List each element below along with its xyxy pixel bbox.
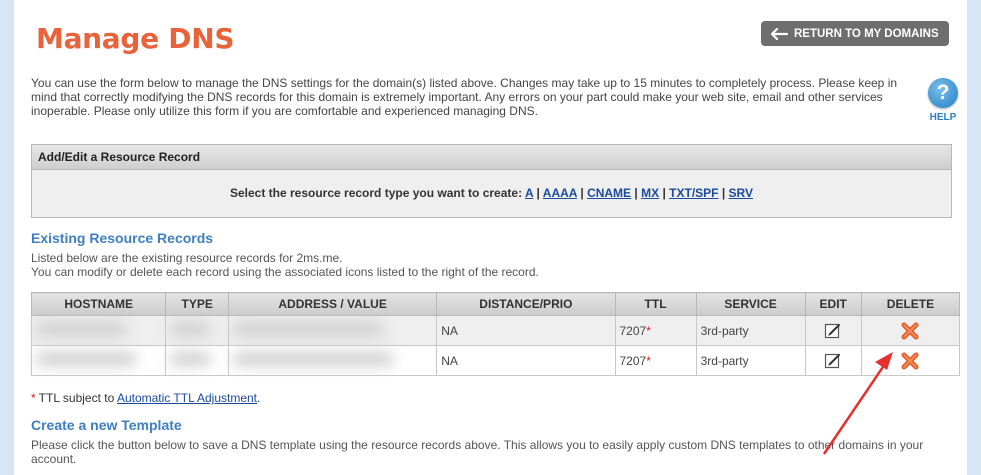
ttl-note-asterisk: *: [31, 391, 36, 405]
service-cell: 3rd-party: [695, 315, 806, 346]
return-button-label: RETURN TO MY DOMAINS: [794, 27, 939, 40]
ttl-cell: 7207*: [614, 315, 697, 346]
create-template-title: Create a new Template: [31, 417, 182, 433]
service-cell: 3rd-party: [695, 345, 806, 376]
edit-cell: [804, 315, 862, 346]
redacted-hostname: [36, 322, 126, 336]
record-type-aaaa-link[interactable]: AAAA: [543, 186, 577, 200]
ttl-asterisk: *: [646, 353, 651, 368]
create-template-text: Please click the button below to save a …: [31, 438, 924, 466]
col-type: TYPE: [165, 292, 230, 316]
hostname-cell: [30, 315, 167, 346]
intro-text: You can use the form below to manage the…: [31, 76, 898, 118]
hostname-cell: [30, 345, 167, 376]
existing-records-title: Existing Resource Records: [31, 230, 214, 246]
help-link[interactable]: ? HELP: [926, 78, 960, 123]
col-delete: DELETE: [860, 292, 961, 316]
delete-icon[interactable]: [900, 321, 920, 341]
col-distance: DISTANCE/PRIO: [436, 292, 616, 316]
add-edit-record-panel: Add/Edit a Resource Record Select the re…: [31, 144, 952, 218]
automatic-ttl-link[interactable]: Automatic TTL Adjustment: [117, 391, 257, 405]
page-title: Manage DNS: [36, 22, 235, 55]
delete-cell: [860, 315, 961, 346]
record-type-cname-link[interactable]: CNAME: [587, 186, 631, 200]
table-row: NA 7207* 3rd-party: [30, 345, 961, 376]
existing-records-line2: You can modify or delete each record usi…: [31, 265, 539, 279]
edit-icon[interactable]: [824, 322, 842, 340]
table-row: NA 7207* 3rd-party: [30, 315, 961, 346]
redacted-address: [233, 352, 394, 366]
edit-cell: [804, 345, 862, 376]
main-panel: Manage DNS RETURN TO MY DOMAINS You can …: [14, 0, 967, 475]
redacted-address: [233, 322, 384, 336]
record-type-selector: Select the resource record type you want…: [229, 186, 754, 200]
ttl-note-end: .: [257, 391, 261, 405]
help-label: HELP: [929, 112, 957, 123]
record-type-txt-spf-link[interactable]: TXT/SPF: [669, 186, 718, 200]
record-type-a-link[interactable]: A: [525, 186, 533, 200]
add-edit-header: Add/Edit a Resource Record: [32, 145, 951, 170]
type-cell: [165, 345, 230, 376]
distance-cell: NA: [436, 345, 616, 376]
arrow-left-icon: [770, 27, 788, 40]
ttl-note: * TTL subject to Automatic TTL Adjustment…: [31, 391, 260, 405]
edit-icon[interactable]: [824, 352, 842, 370]
delete-cell: [860, 345, 961, 376]
type-cell: [165, 315, 230, 346]
ttl-cell: 7207*: [614, 345, 697, 376]
ttl-note-text: TTL subject to: [38, 391, 115, 405]
address-cell: [228, 315, 438, 346]
existing-records-description: Listed below are the existing resource r…: [31, 251, 539, 279]
col-service: SERVICE: [695, 292, 806, 316]
record-type-prompt: Select the resource record type you want…: [229, 186, 523, 200]
records-table: HOSTNAME TYPE ADDRESS / VALUE DISTANCE/P…: [30, 292, 961, 376]
ttl-value: 7207: [619, 323, 647, 338]
col-ttl: TTL: [614, 292, 697, 316]
existing-records-line1: Listed below are the existing resource r…: [31, 251, 343, 265]
redacted-type: [170, 322, 211, 336]
col-hostname: HOSTNAME: [30, 292, 167, 316]
records-header-row: HOSTNAME TYPE ADDRESS / VALUE DISTANCE/P…: [30, 292, 961, 316]
return-to-domains-button[interactable]: RETURN TO MY DOMAINS: [761, 21, 949, 46]
ttl-value: 7207: [619, 353, 647, 368]
record-type-mx-link[interactable]: MX: [641, 186, 659, 200]
question-icon: ?: [928, 78, 958, 108]
distance-cell: NA: [436, 315, 616, 346]
col-edit: EDIT: [804, 292, 862, 316]
col-address: ADDRESS / VALUE: [228, 292, 438, 316]
redacted-type: [170, 352, 211, 366]
ttl-asterisk: *: [646, 323, 651, 338]
address-cell: [228, 345, 438, 376]
redacted-hostname: [36, 352, 136, 366]
record-type-srv-link[interactable]: SRV: [729, 186, 753, 200]
delete-icon[interactable]: [900, 351, 920, 371]
